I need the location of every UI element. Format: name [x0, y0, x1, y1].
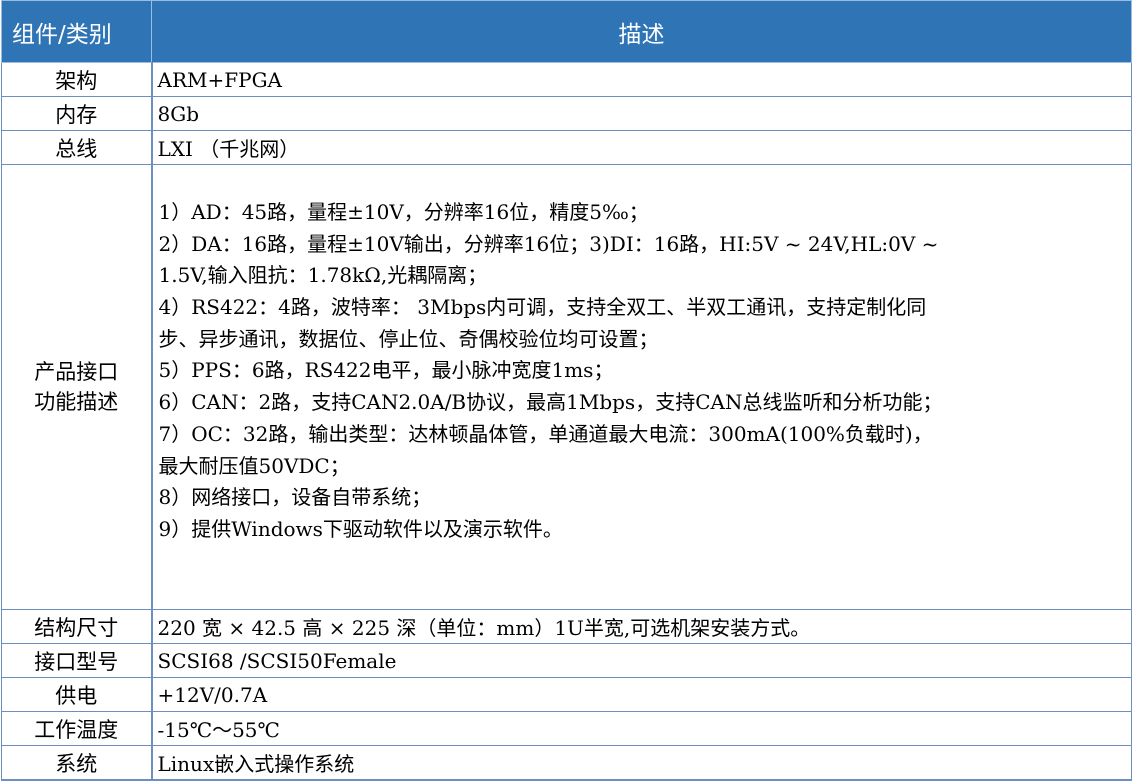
row-label: 接口型号: [1, 643, 153, 678]
feature-line: 7）OC：32路，输出类型：达林顿晶体管，单通道最大电流：300mA(100%负…: [158, 421, 933, 446]
row-label: 结构尺寸: [1, 609, 153, 644]
feature-line: 1.5V,输入阻抗：1.78kΩ,光耦隔离；: [158, 263, 488, 288]
feature-line: 6）CAN：2路，支持CAN2.0A/B协议，最高1Mbps，支持CAN总线监听…: [158, 390, 943, 415]
row-value: SCSI68 /SCSI50Female: [151, 643, 1132, 678]
features-label-line1: 产品接口: [34, 360, 119, 384]
table-row-memory: 内存 8Gb: [1, 96, 1132, 131]
feature-line: 5）PPS：6路，RS422电平，最小脉冲宽度1ms；: [158, 358, 614, 383]
feature-line: 最大耐压值50VDC；: [158, 453, 350, 478]
features-label-line2: 功能描述: [34, 390, 119, 414]
row-label: 系统: [1, 745, 153, 781]
table-row-architecture: 架构 ARM+FPGA: [1, 62, 1132, 97]
features-label: 产品接口 功能描述: [1, 164, 153, 610]
row-label: 架构: [1, 62, 153, 97]
features-description: 1）AD：45路，量程±10V，分辨率16位，精度5‰； 2）DA：16路，量程…: [151, 164, 1132, 610]
row-value: LXI （千兆网）: [151, 130, 1132, 165]
feature-line: 9）提供Windows下驱动软件以及演示软件。: [158, 516, 563, 541]
header-description: 描述: [151, 0, 1132, 63]
row-value: 220 宽 × 42.5 高 × 225 深（单位：mm）1U半宽,可选机架安装…: [151, 609, 1132, 644]
table-row-features: 产品接口 功能描述 1）AD：45路，量程±10V，分辨率16位，精度5‰； 2…: [1, 164, 1132, 610]
row-value: 8Gb: [151, 96, 1132, 131]
table-row-temperature: 工作温度 -15℃～55℃: [1, 711, 1132, 746]
spec-table: 组件/类别 描述 架构 ARM+FPGA 内存 8Gb 总线 LXI （千兆网）…: [1, 0, 1132, 781]
row-value: ARM+FPGA: [151, 62, 1132, 97]
table-row-bus: 总线 LXI （千兆网）: [1, 130, 1132, 165]
row-label: 总线: [1, 130, 153, 165]
table-header-row: 组件/类别 描述: [1, 0, 1132, 63]
row-value: Linux嵌入式操作系统: [151, 745, 1132, 781]
row-value: -15℃～55℃: [151, 711, 1132, 746]
row-label: 供电: [1, 677, 153, 712]
row-label: 工作温度: [1, 711, 153, 746]
row-value: +12V/0.7A: [151, 677, 1132, 712]
feature-line: 8）网络接口，设备自带系统；: [158, 485, 432, 510]
table-row-dimensions: 结构尺寸 220 宽 × 42.5 高 × 225 深（单位：mm）1U半宽,可…: [1, 609, 1132, 644]
table-row-power: 供电 +12V/0.7A: [1, 677, 1132, 712]
row-label: 内存: [1, 96, 153, 131]
table-row-system: 系统 Linux嵌入式操作系统: [1, 745, 1132, 781]
feature-line: 1）AD：45路，量程±10V，分辨率16位，精度5‰；: [158, 200, 649, 224]
feature-line: 4）RS422：4路，波特率： 3Mbps内可调，支持全双工、半双工通讯，支持定…: [158, 295, 927, 320]
header-component-category: 组件/类别: [1, 0, 152, 63]
feature-line: 步、异步通讯，数据位、停止位、奇偶校验位均可设置；: [158, 326, 659, 351]
table-row-interface-model: 接口型号 SCSI68 /SCSI50Female: [1, 643, 1132, 678]
feature-line: 2）DA：16路，量程±10V输出，分辨率16位；3)DI：16路，HI:5V …: [158, 231, 939, 256]
